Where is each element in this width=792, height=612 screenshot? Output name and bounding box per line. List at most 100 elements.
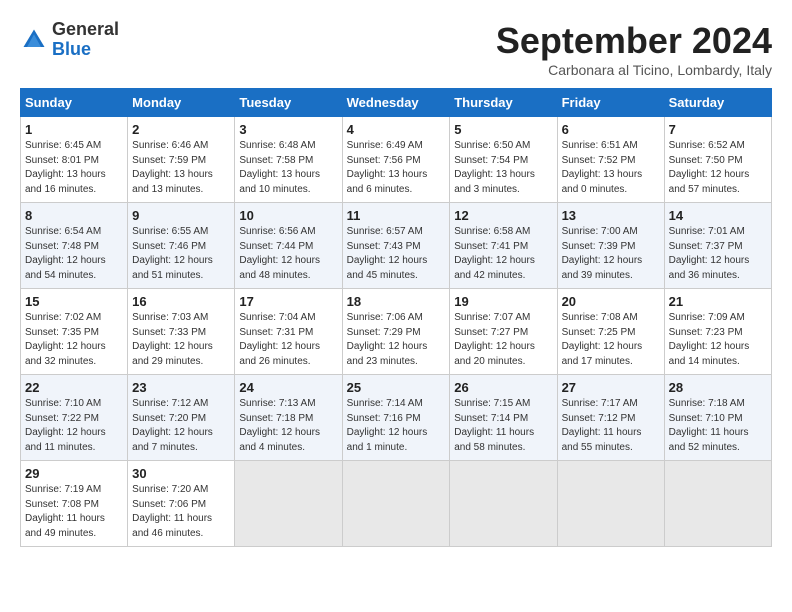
title-block: September 2024 Carbonara al Ticino, Lomb… <box>496 20 772 78</box>
table-row <box>450 461 557 547</box>
day-info: Sunrise: 7:06 AM Sunset: 7:29 PM Dayligh… <box>347 311 446 369</box>
day-info: Sunrise: 7:10 AM Sunset: 7:22 PM Dayligh… <box>25 397 123 455</box>
day-number: 15 <box>25 294 123 309</box>
day-number: 29 <box>25 466 123 481</box>
table-row: 10 Sunrise: 6:56 AM Sunset: 7:44 PM Dayl… <box>235 203 342 289</box>
day-info: Sunrise: 7:02 AM Sunset: 7:35 PM Dayligh… <box>25 311 123 369</box>
day-info: Sunrise: 6:57 AM Sunset: 7:43 PM Dayligh… <box>347 225 446 283</box>
day-info: Sunrise: 6:52 AM Sunset: 7:50 PM Dayligh… <box>669 139 767 197</box>
table-row: 17 Sunrise: 7:04 AM Sunset: 7:31 PM Dayl… <box>235 289 342 375</box>
day-info: Sunrise: 6:45 AM Sunset: 8:01 PM Dayligh… <box>25 139 123 197</box>
day-info: Sunrise: 7:18 AM Sunset: 7:10 PM Dayligh… <box>669 397 767 455</box>
day-number: 11 <box>347 208 446 223</box>
day-number: 10 <box>239 208 337 223</box>
day-number: 2 <box>132 122 230 137</box>
logo-blue: Blue <box>52 39 91 59</box>
logo: General Blue <box>20 20 119 60</box>
day-info: Sunrise: 7:15 AM Sunset: 7:14 PM Dayligh… <box>454 397 552 455</box>
day-number: 20 <box>562 294 660 309</box>
day-info: Sunrise: 6:55 AM Sunset: 7:46 PM Dayligh… <box>132 225 230 283</box>
day-info: Sunrise: 6:51 AM Sunset: 7:52 PM Dayligh… <box>562 139 660 197</box>
day-number: 23 <box>132 380 230 395</box>
day-number: 12 <box>454 208 552 223</box>
day-number: 18 <box>347 294 446 309</box>
table-row: 11 Sunrise: 6:57 AM Sunset: 7:43 PM Dayl… <box>342 203 450 289</box>
day-number: 6 <box>562 122 660 137</box>
table-row: 30 Sunrise: 7:20 AM Sunset: 7:06 PM Dayl… <box>128 461 235 547</box>
table-row: 18 Sunrise: 7:06 AM Sunset: 7:29 PM Dayl… <box>342 289 450 375</box>
day-number: 27 <box>562 380 660 395</box>
calendar-week-row: 15 Sunrise: 7:02 AM Sunset: 7:35 PM Dayl… <box>21 289 772 375</box>
day-number: 9 <box>132 208 230 223</box>
day-info: Sunrise: 7:04 AM Sunset: 7:31 PM Dayligh… <box>239 311 337 369</box>
table-row: 20 Sunrise: 7:08 AM Sunset: 7:25 PM Dayl… <box>557 289 664 375</box>
month-title: September 2024 <box>496 20 772 62</box>
table-row: 29 Sunrise: 7:19 AM Sunset: 7:08 PM Dayl… <box>21 461 128 547</box>
calendar-week-row: 22 Sunrise: 7:10 AM Sunset: 7:22 PM Dayl… <box>21 375 772 461</box>
day-info: Sunrise: 7:14 AM Sunset: 7:16 PM Dayligh… <box>347 397 446 455</box>
col-wednesday: Wednesday <box>342 89 450 117</box>
logo-icon <box>20 26 48 54</box>
day-number: 14 <box>669 208 767 223</box>
col-monday: Monday <box>128 89 235 117</box>
day-number: 16 <box>132 294 230 309</box>
table-row: 15 Sunrise: 7:02 AM Sunset: 7:35 PM Dayl… <box>21 289 128 375</box>
table-row: 24 Sunrise: 7:13 AM Sunset: 7:18 PM Dayl… <box>235 375 342 461</box>
day-number: 13 <box>562 208 660 223</box>
table-row: 16 Sunrise: 7:03 AM Sunset: 7:33 PM Dayl… <box>128 289 235 375</box>
page-header: General Blue September 2024 Carbonara al… <box>20 20 772 78</box>
calendar-week-row: 8 Sunrise: 6:54 AM Sunset: 7:48 PM Dayli… <box>21 203 772 289</box>
table-row: 21 Sunrise: 7:09 AM Sunset: 7:23 PM Dayl… <box>664 289 771 375</box>
day-info: Sunrise: 7:01 AM Sunset: 7:37 PM Dayligh… <box>669 225 767 283</box>
table-row: 2 Sunrise: 6:46 AM Sunset: 7:59 PM Dayli… <box>128 117 235 203</box>
day-info: Sunrise: 7:03 AM Sunset: 7:33 PM Dayligh… <box>132 311 230 369</box>
table-row: 28 Sunrise: 7:18 AM Sunset: 7:10 PM Dayl… <box>664 375 771 461</box>
day-info: Sunrise: 7:00 AM Sunset: 7:39 PM Dayligh… <box>562 225 660 283</box>
table-row: 26 Sunrise: 7:15 AM Sunset: 7:14 PM Dayl… <box>450 375 557 461</box>
table-row: 14 Sunrise: 7:01 AM Sunset: 7:37 PM Dayl… <box>664 203 771 289</box>
calendar-week-row: 29 Sunrise: 7:19 AM Sunset: 7:08 PM Dayl… <box>21 461 772 547</box>
day-number: 19 <box>454 294 552 309</box>
day-info: Sunrise: 7:20 AM Sunset: 7:06 PM Dayligh… <box>132 483 230 541</box>
day-number: 4 <box>347 122 446 137</box>
table-row <box>235 461 342 547</box>
col-tuesday: Tuesday <box>235 89 342 117</box>
table-row: 25 Sunrise: 7:14 AM Sunset: 7:16 PM Dayl… <box>342 375 450 461</box>
col-friday: Friday <box>557 89 664 117</box>
day-info: Sunrise: 7:07 AM Sunset: 7:27 PM Dayligh… <box>454 311 552 369</box>
calendar-week-row: 1 Sunrise: 6:45 AM Sunset: 8:01 PM Dayli… <box>21 117 772 203</box>
day-info: Sunrise: 6:46 AM Sunset: 7:59 PM Dayligh… <box>132 139 230 197</box>
day-number: 28 <box>669 380 767 395</box>
table-row <box>557 461 664 547</box>
table-row: 4 Sunrise: 6:49 AM Sunset: 7:56 PM Dayli… <box>342 117 450 203</box>
day-info: Sunrise: 6:49 AM Sunset: 7:56 PM Dayligh… <box>347 139 446 197</box>
col-thursday: Thursday <box>450 89 557 117</box>
day-info: Sunrise: 7:19 AM Sunset: 7:08 PM Dayligh… <box>25 483 123 541</box>
day-number: 21 <box>669 294 767 309</box>
table-row: 1 Sunrise: 6:45 AM Sunset: 8:01 PM Dayli… <box>21 117 128 203</box>
day-number: 25 <box>347 380 446 395</box>
table-row <box>664 461 771 547</box>
calendar-header-row: Sunday Monday Tuesday Wednesday Thursday… <box>21 89 772 117</box>
day-info: Sunrise: 6:58 AM Sunset: 7:41 PM Dayligh… <box>454 225 552 283</box>
table-row <box>342 461 450 547</box>
table-row: 19 Sunrise: 7:07 AM Sunset: 7:27 PM Dayl… <box>450 289 557 375</box>
table-row: 27 Sunrise: 7:17 AM Sunset: 7:12 PM Dayl… <box>557 375 664 461</box>
table-row: 13 Sunrise: 7:00 AM Sunset: 7:39 PM Dayl… <box>557 203 664 289</box>
table-row: 8 Sunrise: 6:54 AM Sunset: 7:48 PM Dayli… <box>21 203 128 289</box>
day-number: 1 <box>25 122 123 137</box>
day-info: Sunrise: 7:17 AM Sunset: 7:12 PM Dayligh… <box>562 397 660 455</box>
day-info: Sunrise: 6:48 AM Sunset: 7:58 PM Dayligh… <box>239 139 337 197</box>
logo-text: General Blue <box>52 20 119 60</box>
day-info: Sunrise: 6:56 AM Sunset: 7:44 PM Dayligh… <box>239 225 337 283</box>
day-info: Sunrise: 7:09 AM Sunset: 7:23 PM Dayligh… <box>669 311 767 369</box>
table-row: 23 Sunrise: 7:12 AM Sunset: 7:20 PM Dayl… <box>128 375 235 461</box>
day-number: 24 <box>239 380 337 395</box>
table-row: 7 Sunrise: 6:52 AM Sunset: 7:50 PM Dayli… <box>664 117 771 203</box>
day-number: 5 <box>454 122 552 137</box>
location-subtitle: Carbonara al Ticino, Lombardy, Italy <box>496 62 772 78</box>
col-saturday: Saturday <box>664 89 771 117</box>
table-row: 5 Sunrise: 6:50 AM Sunset: 7:54 PM Dayli… <box>450 117 557 203</box>
day-number: 22 <box>25 380 123 395</box>
table-row: 9 Sunrise: 6:55 AM Sunset: 7:46 PM Dayli… <box>128 203 235 289</box>
